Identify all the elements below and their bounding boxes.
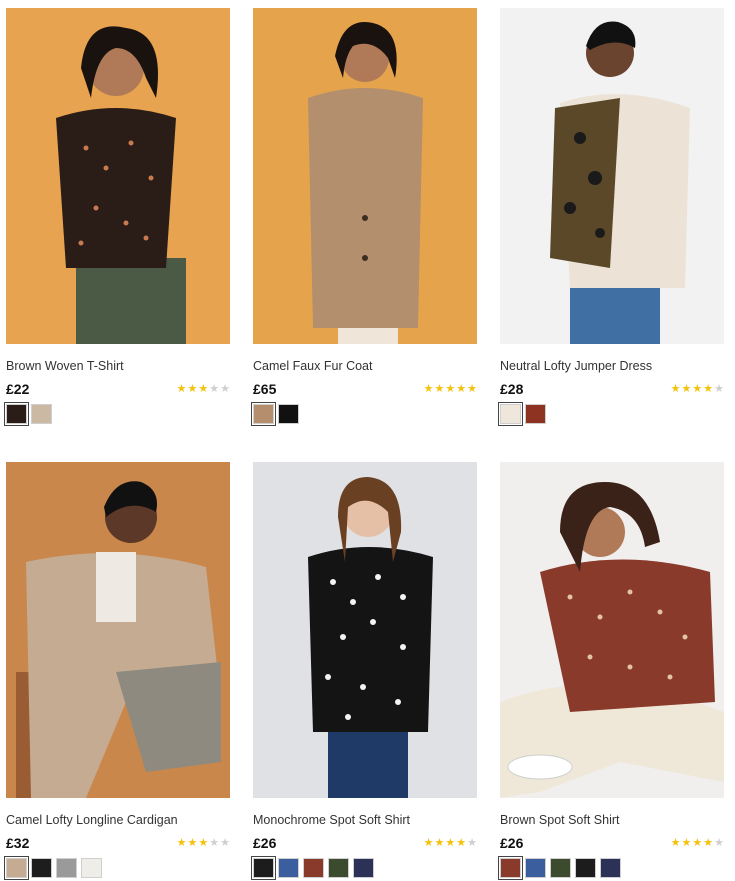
product-grid: Brown Woven T-Shirt £22 ★ ★ ★ ★ ★ Camel Faux…: [0, 0, 735, 881]
star-icon: ★: [176, 382, 187, 395]
model-figure: [6, 8, 230, 344]
color-swatch[interactable]: [278, 858, 299, 878]
product-price: £65: [253, 381, 277, 397]
star-icon: ★: [434, 836, 445, 849]
star-icon: ★: [670, 382, 681, 395]
rating-stars: ★ ★ ★ ★ ★: [670, 382, 724, 395]
product-name[interactable]: Brown Woven T-Shirt: [6, 358, 230, 374]
color-swatch[interactable]: [251, 402, 276, 426]
color-swatches: [498, 402, 724, 426]
product-image[interactable]: [500, 462, 724, 798]
color-swatch[interactable]: [498, 402, 523, 426]
star-icon: ★: [209, 836, 220, 849]
star-icon: ★: [445, 836, 456, 849]
star-icon: ★: [456, 836, 467, 849]
model-figure: [6, 462, 230, 798]
color-swatch[interactable]: [278, 404, 299, 424]
star-icon: ★: [209, 382, 220, 395]
product-card[interactable]: Brown Woven T-Shirt £22 ★ ★ ★ ★ ★: [4, 8, 230, 426]
color-swatch[interactable]: [4, 402, 29, 426]
product-image[interactable]: [6, 462, 230, 798]
rating-stars: ★ ★ ★ ★ ★: [423, 836, 477, 849]
star-icon: ★: [681, 836, 692, 849]
star-icon: ★: [198, 382, 209, 395]
color-swatch[interactable]: [4, 856, 29, 880]
star-icon: ★: [423, 382, 434, 395]
star-icon: ★: [467, 382, 477, 395]
star-icon: ★: [423, 836, 434, 849]
color-swatch[interactable]: [525, 404, 546, 424]
product-name[interactable]: Camel Lofty Longline Cardigan: [6, 812, 230, 828]
product-name[interactable]: Monochrome Spot Soft Shirt: [253, 812, 477, 828]
model-figure: [500, 8, 724, 344]
product-price: £32: [6, 835, 30, 851]
product-price: £28: [500, 381, 524, 397]
model-figure: [500, 462, 724, 798]
star-icon: ★: [670, 836, 681, 849]
star-icon: ★: [703, 382, 714, 395]
color-swatch[interactable]: [303, 858, 324, 878]
product-card[interactable]: Neutral Lofty Jumper Dress £28 ★ ★ ★ ★ ★: [498, 8, 724, 426]
star-icon: ★: [714, 836, 724, 849]
color-swatch[interactable]: [550, 858, 571, 878]
color-swatches: [4, 856, 230, 880]
product-card[interactable]: Camel Faux Fur Coat £65 ★ ★ ★ ★ ★: [251, 8, 477, 426]
star-icon: ★: [187, 382, 198, 395]
product-price: £26: [500, 835, 524, 851]
color-swatch[interactable]: [353, 858, 374, 878]
color-swatch[interactable]: [56, 858, 77, 878]
star-icon: ★: [434, 382, 445, 395]
color-swatches: [251, 402, 477, 426]
color-swatch[interactable]: [525, 858, 546, 878]
color-swatch[interactable]: [31, 404, 52, 424]
star-icon: ★: [176, 836, 187, 849]
rating-stars: ★ ★ ★ ★ ★: [176, 836, 230, 849]
product-card[interactable]: Camel Lofty Longline Cardigan £32 ★ ★ ★ ★ ★: [4, 462, 230, 880]
product-name[interactable]: Camel Faux Fur Coat: [253, 358, 477, 374]
color-swatch[interactable]: [498, 856, 523, 880]
product-image[interactable]: [253, 8, 477, 344]
product-price: £26: [253, 835, 277, 851]
product-card[interactable]: Monochrome Spot Soft Shirt £26 ★ ★ ★ ★ ★: [251, 462, 477, 880]
star-icon: ★: [187, 836, 198, 849]
color-swatch[interactable]: [81, 858, 102, 878]
color-swatch[interactable]: [575, 858, 596, 878]
star-icon: ★: [703, 836, 714, 849]
color-swatches: [251, 856, 477, 880]
star-icon: ★: [456, 382, 467, 395]
color-swatches: [498, 856, 724, 880]
color-swatch[interactable]: [600, 858, 621, 878]
color-swatches: [4, 402, 230, 426]
star-icon: ★: [692, 382, 703, 395]
star-icon: ★: [467, 836, 477, 849]
product-image[interactable]: [253, 462, 477, 798]
color-swatch[interactable]: [31, 858, 52, 878]
star-icon: ★: [681, 382, 692, 395]
product-name[interactable]: Neutral Lofty Jumper Dress: [500, 358, 724, 374]
rating-stars: ★ ★ ★ ★ ★: [670, 836, 724, 849]
model-figure: [253, 8, 477, 344]
product-name[interactable]: Brown Spot Soft Shirt: [500, 812, 724, 828]
product-card[interactable]: Brown Spot Soft Shirt £26 ★ ★ ★ ★ ★: [498, 462, 724, 880]
color-swatch[interactable]: [328, 858, 349, 878]
star-icon: ★: [714, 382, 724, 395]
color-swatch[interactable]: [251, 856, 276, 880]
model-figure: [253, 462, 477, 798]
product-price: £22: [6, 381, 30, 397]
star-icon: ★: [220, 382, 230, 395]
star-icon: ★: [220, 836, 230, 849]
product-image[interactable]: [6, 8, 230, 344]
star-icon: ★: [445, 382, 456, 395]
product-image[interactable]: [500, 8, 724, 344]
star-icon: ★: [198, 836, 209, 849]
star-icon: ★: [692, 836, 703, 849]
rating-stars: ★ ★ ★ ★ ★: [423, 382, 477, 395]
rating-stars: ★ ★ ★ ★ ★: [176, 382, 230, 395]
